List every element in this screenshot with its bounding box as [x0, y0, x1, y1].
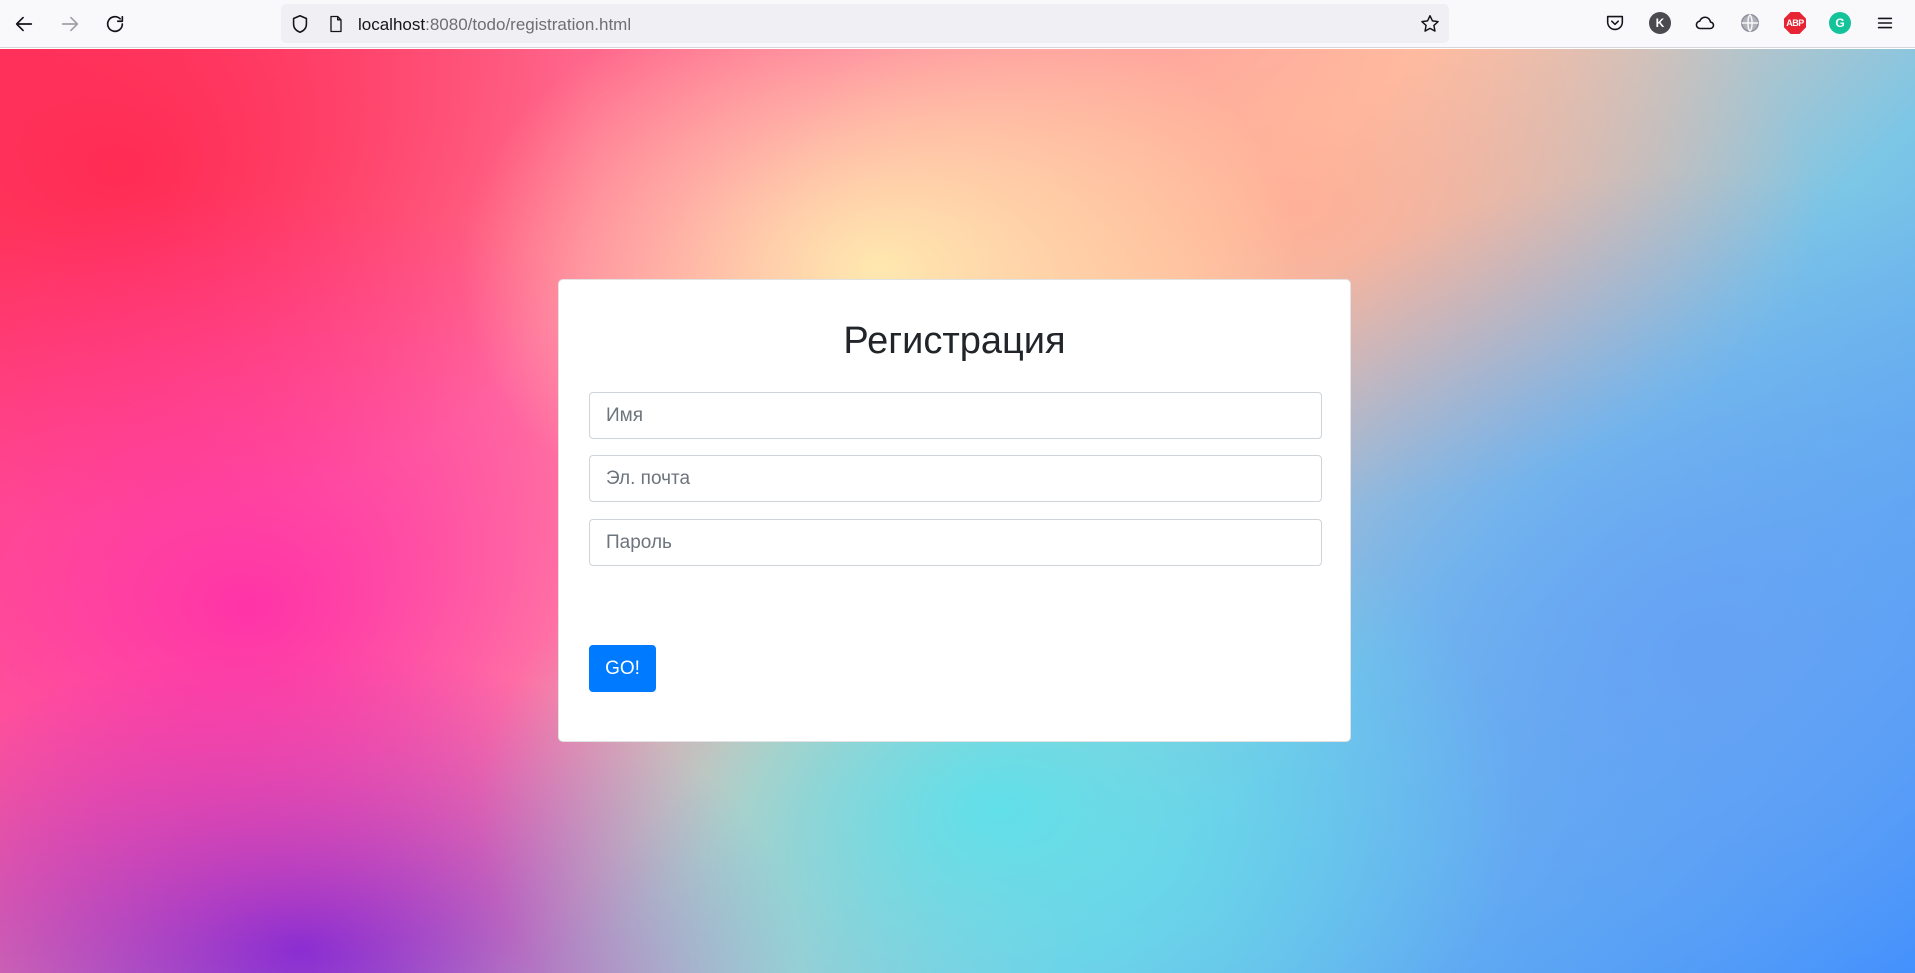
grammarly-button[interactable]: G [1828, 11, 1852, 35]
globe-button[interactable] [1738, 11, 1762, 35]
name-field[interactable] [589, 392, 1322, 439]
submit-button[interactable]: GO! [589, 645, 656, 692]
shield-icon[interactable] [289, 13, 311, 35]
forward-button[interactable] [54, 8, 86, 40]
cloud-icon [1695, 16, 1715, 30]
pocket-icon [1606, 15, 1624, 31]
star-icon[interactable] [1419, 13, 1441, 35]
arrow-left-icon [15, 16, 33, 32]
cloud-button[interactable] [1693, 11, 1717, 35]
address-bar[interactable]: localhost:8080/todo/registration.html [281, 4, 1449, 43]
adblock-button[interactable]: ABP [1783, 11, 1807, 35]
url-host: localhost [358, 15, 426, 34]
password-field[interactable] [589, 519, 1322, 566]
page-icon [330, 15, 342, 33]
url-path: :8080/todo/registration.html [425, 15, 632, 34]
back-button[interactable] [8, 8, 40, 40]
pocket-button[interactable] [1603, 11, 1627, 35]
hamburger-menu-icon [1877, 17, 1893, 29]
email-field[interactable] [589, 455, 1322, 502]
k-extension-icon: K [1649, 12, 1671, 34]
grammarly-icon: G [1829, 12, 1851, 34]
registration-card: Регистрация GO! [558, 279, 1351, 742]
browser-toolbar: localhost:8080/todo/registration.html K … [0, 0, 1915, 48]
page-title: Регистрация [843, 320, 1066, 362]
menu-button[interactable] [1873, 11, 1897, 35]
url-text[interactable]: localhost:8080/todo/registration.html [358, 15, 631, 35]
globe-icon [1741, 14, 1759, 32]
arrow-right-icon [61, 16, 79, 32]
reload-button[interactable] [99, 8, 131, 40]
page-background: Регистрация GO! [0, 49, 1915, 973]
adblock-icon: ABP [1784, 12, 1806, 34]
reload-icon [106, 15, 124, 33]
k-extension-button[interactable]: K [1648, 11, 1672, 35]
